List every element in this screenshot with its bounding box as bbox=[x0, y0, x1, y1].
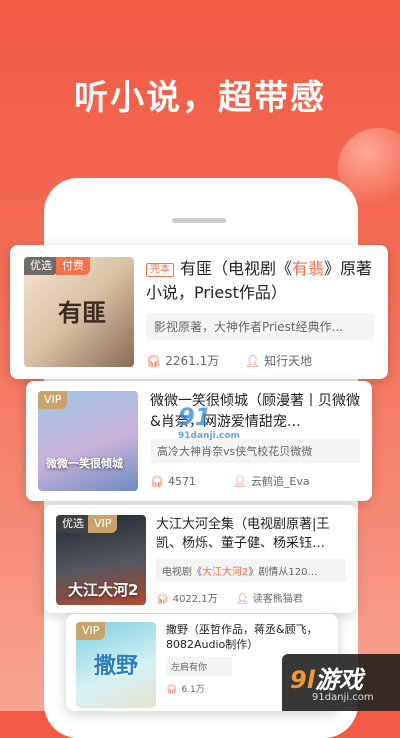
person-icon: 👤︎ bbox=[244, 354, 261, 368]
cover-title: 撒野 bbox=[94, 654, 139, 679]
book-info: 完本 有匪（电视剧《有翡》原著小说，Priest作品） 影视原著，大神作者Prie… bbox=[146, 257, 374, 369]
play-count: 4571 bbox=[167, 475, 196, 488]
phone-speaker bbox=[172, 218, 226, 223]
book-cover[interactable]: VIP 微微一笑很倾城 bbox=[38, 391, 138, 491]
desc-part: 》剧情从120… bbox=[248, 567, 318, 578]
tag-vip: VIP bbox=[38, 391, 68, 409]
book-cover[interactable]: 优选 VIP 大江大河2 bbox=[56, 515, 146, 605]
book-title[interactable]: 撒野（巫哲作品，蒋丞&顾飞，8082Audio制作） bbox=[166, 622, 330, 652]
watermark-91-logo: 91 91danji.com bbox=[178, 403, 240, 441]
headphones-icon: 🎧︎ bbox=[150, 475, 164, 488]
cover-title: 微微一笑很倾城 bbox=[46, 457, 123, 470]
book-description: 高冷大神肖奈vs侠气校花贝微微 bbox=[150, 439, 360, 463]
narrator: 知行天地 bbox=[264, 354, 313, 368]
logo-text: 游戏 bbox=[314, 666, 363, 694]
tag-vip: VIP bbox=[88, 515, 118, 533]
tag-vip: VIP bbox=[76, 622, 106, 640]
book-info: 大江大河全集（电视剧原著|王凯、杨烁、董子健、杨采钰… 电视剧《大江大河2》剧情… bbox=[156, 515, 346, 605]
play-count: 6.1万 bbox=[181, 685, 205, 695]
book-meta: 🎧︎ 4571 👤︎ 云鹤追_Eva bbox=[150, 473, 360, 489]
cover-title: 有匪 bbox=[58, 298, 106, 327]
title-part: 有匪（电视剧《 bbox=[180, 259, 293, 278]
watermark-text: 91 bbox=[178, 403, 212, 431]
person-icon: 👤︎ bbox=[236, 594, 249, 605]
desc-highlight: 大江大河2 bbox=[202, 567, 249, 578]
site-logo: 9l游戏 bbox=[290, 660, 363, 695]
desc-part: 电视剧《 bbox=[162, 567, 202, 578]
tag-paid: 付费 bbox=[56, 257, 90, 275]
book-description: 电视剧《大江大河2》剧情从120… bbox=[156, 559, 346, 582]
watermark-url: 91danji.com bbox=[178, 431, 240, 441]
play-count: 4022.1万 bbox=[172, 594, 218, 605]
book-title[interactable]: 完本 有匪（电视剧《有翡》原著小说，Priest作品） bbox=[146, 257, 374, 305]
person-icon: 👤︎ bbox=[232, 475, 247, 488]
book-card[interactable]: VIP 微微一笑很倾城 微微一笑很倾城（顾漫著丨贝微微&肖奈，网游爱情甜宠… 高… bbox=[26, 381, 372, 501]
book-card[interactable]: 优选 付费 有匪 完本 有匪（电视剧《有翡》原著小说，Priest作品） 影视原著… bbox=[10, 245, 388, 379]
headphones-icon: 🎧︎ bbox=[166, 685, 178, 695]
narrator: 读客熊猫君 bbox=[252, 594, 303, 605]
book-meta: 🎧︎ 2261.1万 👤︎ 知行天地 bbox=[146, 352, 374, 369]
tag-youxuan: 优选 bbox=[24, 257, 58, 275]
logo-number: 9l bbox=[290, 666, 315, 694]
promo-headline: 听小说，超带感 bbox=[74, 78, 326, 118]
book-description: 影视原著，大神作者Priest经典作... bbox=[146, 313, 374, 340]
narrator: 云鹤追_Eva bbox=[250, 475, 310, 488]
site-url: 91danji.com bbox=[312, 692, 374, 703]
book-cover[interactable]: 优选 付费 有匪 bbox=[24, 257, 134, 367]
book-title[interactable]: 大江大河全集（电视剧原著|王凯、杨烁、董子健、杨采钰… bbox=[156, 515, 346, 553]
headphones-icon: 🎧︎ bbox=[146, 354, 162, 368]
headphones-icon: 🎧︎ bbox=[156, 594, 169, 605]
watermark-corner: 9l游戏 91danji.com bbox=[282, 654, 400, 711]
play-count: 2261.1万 bbox=[165, 354, 220, 368]
book-meta: 🎧︎ 4022.1万 👤︎ 读客熊猫君 bbox=[156, 590, 346, 605]
book-description: 左肩有你 bbox=[166, 657, 232, 676]
cover-title: 大江大河2 bbox=[68, 581, 139, 599]
badge-finished: 完本 bbox=[146, 263, 174, 277]
tag-youxuan: 优选 bbox=[56, 515, 90, 533]
book-card[interactable]: 优选 VIP 大江大河2 大江大河全集（电视剧原著|王凯、杨烁、董子健、杨采钰…… bbox=[44, 505, 356, 613]
book-cover[interactable]: VIP 撒野 bbox=[76, 622, 156, 708]
title-highlight: 有翡 bbox=[292, 259, 325, 278]
